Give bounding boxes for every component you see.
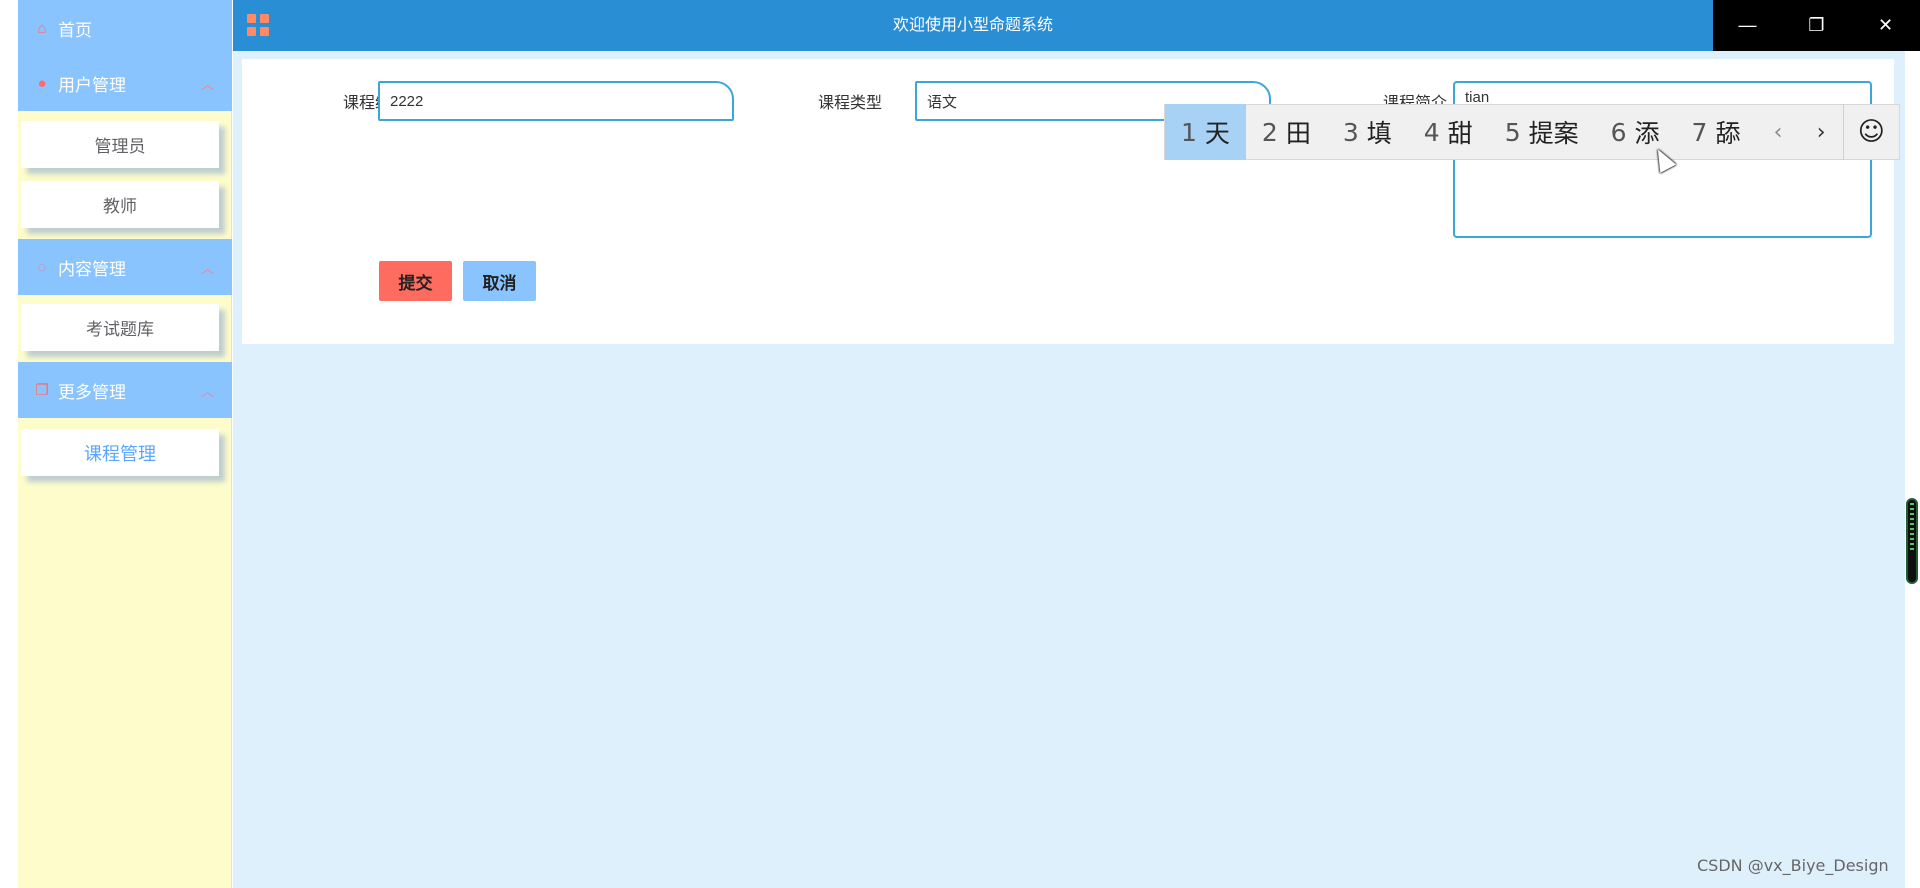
ime-candidate[interactable]: 4甜 (1408, 104, 1489, 160)
restore-button[interactable]: ❐ (1787, 15, 1847, 36)
sidebar-group-label: 更多管理 (58, 382, 126, 402)
chevron-up-icon: ︿ (200, 384, 214, 399)
ime-candidate[interactable]: 7舔 (1676, 104, 1757, 160)
submit-button[interactable]: 提交 (379, 261, 452, 301)
chevron-up-icon: ︿ (200, 261, 214, 276)
course-no-input[interactable]: 2222 (378, 81, 734, 121)
window-controls: — ❐ ✕ (1713, 0, 1920, 51)
ime-candidate[interactable]: 2田 (1246, 104, 1327, 160)
copy-icon: ❐ (35, 382, 49, 399)
watermark: CSDN @vx_Biye_Design (1697, 856, 1889, 875)
sidebar: ⌂ 首页 ● 用户管理 ︿ 管理员 教师 ◌ 内容管理 ︿ 考试题库 ❐ 更多管… (18, 0, 232, 888)
window-title: 欢迎使用小型命题系统 (892, 17, 1053, 34)
chat-icon: ◌ (37, 258, 47, 276)
sidebar-item-home[interactable]: ⌂ 首页 (18, 0, 232, 56)
cancel-button[interactable]: 取消 (463, 261, 536, 301)
sidebar-group-label: 内容管理 (58, 259, 126, 279)
sidebar-item-question-bank[interactable]: 考试题库 (21, 304, 219, 351)
ime-candidate[interactable]: 3填 (1327, 104, 1408, 160)
left-edge-strip (0, 0, 18, 888)
main-content: 课程编号 2222 课程类型 语文 课程简介 tian 提交 取消 (233, 51, 1905, 888)
chevron-up-icon: ︿ (200, 77, 214, 92)
sidebar-item-teacher[interactable]: 教师 (21, 181, 219, 228)
course-form: 课程编号 2222 课程类型 语文 课程简介 tian 提交 取消 (242, 59, 1894, 344)
sidebar-group-label: 用户管理 (58, 75, 126, 95)
sidebar-item-home-label: 首页 (58, 20, 92, 40)
sidebar-item-course-management[interactable]: 课程管理 (21, 429, 219, 476)
sidebar-group-content-management[interactable]: ◌ 内容管理 ︿ (18, 239, 232, 295)
scrollbar-track[interactable] (1905, 51, 1920, 888)
sidebar-group-user-management[interactable]: ● 用户管理 ︿ (18, 55, 232, 111)
emoji-icon[interactable]: ☺ (1842, 104, 1899, 160)
title-bar: 欢迎使用小型命题系统 (233, 0, 1713, 51)
user-icon: ● (37, 74, 47, 92)
sidebar-item-admin[interactable]: 管理员 (21, 121, 219, 168)
sidebar-group-more-management[interactable]: ❐ 更多管理 ︿ (18, 362, 232, 418)
home-icon: ⌂ (37, 19, 47, 37)
ime-candidate-bar: 1天 2田 3填 4甜 5 提案 6添 7舔 ‹ › ☺ (1164, 104, 1900, 160)
close-button[interactable]: ✕ (1856, 15, 1916, 36)
minimize-button[interactable]: — (1718, 15, 1778, 36)
ime-candidate[interactable]: 5 提案 (1489, 104, 1595, 160)
ime-candidate[interactable]: 1天 (1165, 104, 1246, 160)
chevron-left-icon[interactable]: ‹ (1756, 104, 1799, 160)
scrollbar-thumb[interactable] (1906, 498, 1918, 584)
course-type-label: 课程类型 (817, 95, 882, 112)
chevron-right-icon[interactable]: › (1800, 104, 1843, 160)
